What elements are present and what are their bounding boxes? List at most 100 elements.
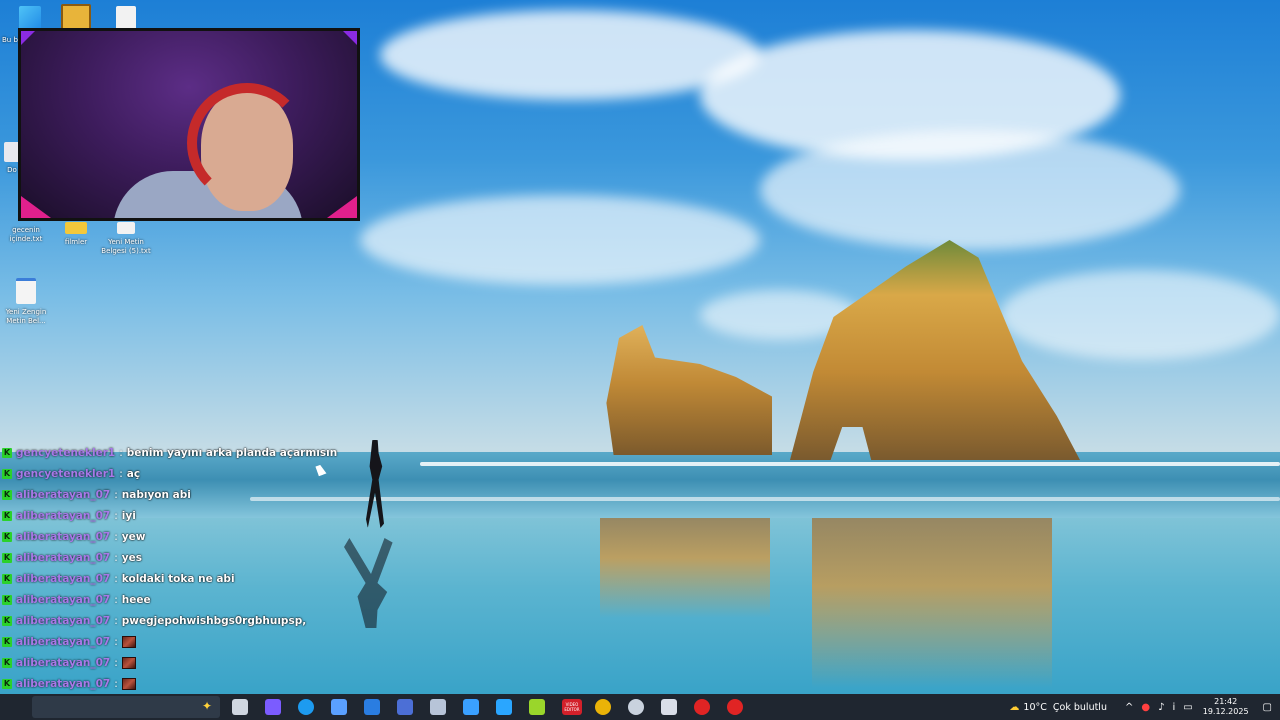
store-icon[interactable]	[331, 699, 347, 715]
chat-separator: :	[119, 446, 123, 459]
chat-message: Kaliberatayan_07: nabıyon abi	[0, 484, 340, 505]
chat-username[interactable]: gencyetenekler1	[16, 468, 115, 480]
chat-username[interactable]: aliberatayan_07	[16, 678, 110, 690]
clock-date: 19.12.2025	[1202, 707, 1249, 716]
chat-overlay: Kgencyetenekler1: benim yayını arka pland…	[0, 442, 340, 715]
chat-emote-icon	[121, 656, 136, 669]
video-player-icon[interactable]	[496, 699, 512, 715]
folder-icon	[65, 222, 87, 234]
desktop-icon-yeni-metin[interactable]: Yeni Metin Belgesi (5).txt	[96, 222, 156, 256]
chat-message: Kaliberatayan_07: yes	[0, 547, 340, 568]
desktop-icon-yeni-zengin[interactable]: Yeni Zengin Metin Bel...	[0, 278, 56, 326]
desktop-icon-label: Yeni Metin Belgesi (5).txt	[101, 238, 151, 255]
desktop-icon-document[interactable]	[96, 6, 156, 30]
chat-message-text: koldaki toka ne abi	[121, 572, 235, 585]
kick-badge-icon: K	[2, 573, 12, 584]
kick-badge-icon: K	[2, 489, 12, 500]
frame-corner-bottom-left	[21, 196, 51, 218]
chat-separator: :	[114, 572, 118, 585]
sparkle-icon: ✦	[201, 699, 212, 713]
chat-username[interactable]: aliberatayan_07	[16, 594, 110, 606]
wallpaper-surf	[250, 497, 1280, 501]
system-tray: ☁ 10°C Çok bulutlu ^ ● ♪ ⅰ ▭ 21:42 19.12…	[1005, 694, 1280, 720]
frame-corner-top-right	[343, 31, 357, 45]
chat-message: Kaliberatayan_07:	[0, 673, 340, 694]
wallpaper-cloud	[760, 130, 1180, 250]
webcam-overlay	[18, 28, 360, 221]
chevron-up-icon[interactable]: ^	[1125, 702, 1133, 713]
kick-badge-icon: K	[2, 552, 12, 563]
chat-username[interactable]: aliberatayan_07	[16, 636, 110, 648]
notification-icon[interactable]: ▢	[1263, 702, 1272, 713]
clock-time: 21:42	[1214, 697, 1238, 706]
red-app-icon[interactable]	[694, 699, 710, 715]
record-tray-icon[interactable]: ●	[1141, 702, 1150, 713]
video-editor-icon[interactable]: VIDEO EDITOR	[562, 699, 582, 715]
game-launcher-icon[interactable]	[661, 699, 677, 715]
chat-separator: :	[114, 488, 118, 501]
chat-separator: :	[114, 635, 118, 648]
chat-message: Kaliberatayan_07:	[0, 631, 340, 652]
chrome-icon[interactable]	[595, 699, 611, 715]
weather-icon[interactable]: ☁	[1009, 702, 1019, 713]
chat-username[interactable]: aliberatayan_07	[16, 531, 110, 543]
calculator-icon[interactable]	[397, 699, 413, 715]
copilot-icon[interactable]	[265, 699, 281, 715]
chat-message: Kgencyetenekler1: aç	[0, 463, 340, 484]
chat-username[interactable]: gencyetenekler1	[16, 447, 115, 459]
chat-message-text: iyi	[121, 509, 136, 522]
edge-icon[interactable]	[298, 699, 314, 715]
headphones	[187, 83, 307, 203]
chat-message: Kaliberatayan_07: koldaki toka ne abi	[0, 568, 340, 589]
chat-username[interactable]: aliberatayan_07	[16, 573, 110, 585]
chat-message: Kaliberatayan_07: yew	[0, 526, 340, 547]
kick-badge-icon: K	[2, 510, 12, 521]
chat-message-text: yes	[121, 551, 142, 564]
microphone-icon[interactable]: ⅰ	[1173, 702, 1176, 713]
taskbar-search-box[interactable]: ✦	[32, 696, 220, 718]
volume-icon[interactable]: ♪	[1158, 702, 1164, 713]
mail-icon[interactable]	[364, 699, 380, 715]
weather-condition[interactable]: Çok bulutlu	[1053, 702, 1107, 713]
kick-badge-icon: K	[2, 678, 12, 689]
chat-username[interactable]: aliberatayan_07	[16, 489, 110, 501]
network-icon[interactable]: ▭	[1183, 702, 1192, 713]
kick-badge-icon: K	[2, 594, 12, 605]
remote-desktop-icon[interactable]	[430, 699, 446, 715]
frame-corner-top-left	[21, 31, 35, 45]
photos-icon[interactable]	[463, 699, 479, 715]
chat-message-text: yew	[121, 530, 146, 543]
wallpaper-arch-reflection	[812, 518, 1052, 688]
chat-separator: :	[114, 530, 118, 543]
weather-temp[interactable]: 10°C	[1023, 702, 1046, 713]
task-view-icon[interactable]	[232, 699, 248, 715]
wallpaper-cloud	[360, 195, 760, 285]
key-app-icon	[61, 4, 91, 30]
chat-message-text: benim yayını arka planda açarmısın	[126, 446, 338, 459]
kick-badge-icon: K	[2, 615, 12, 626]
kick-badge-icon: K	[2, 531, 12, 542]
kick-badge-icon: K	[2, 636, 12, 647]
steam-icon[interactable]	[628, 699, 644, 715]
frame-corner-bottom-right	[327, 196, 357, 218]
chat-separator: :	[119, 467, 123, 480]
chat-separator: :	[114, 614, 118, 627]
chat-separator: :	[114, 677, 118, 690]
chat-username[interactable]: aliberatayan_07	[16, 552, 110, 564]
chat-username[interactable]: aliberatayan_07	[16, 510, 110, 522]
chat-separator: :	[114, 551, 118, 564]
wordpad-file-icon	[16, 278, 36, 304]
chat-username[interactable]: aliberatayan_07	[16, 657, 110, 669]
kick-badge-icon: K	[2, 468, 12, 479]
chat-separator: :	[114, 509, 118, 522]
chat-username[interactable]: aliberatayan_07	[16, 615, 110, 627]
red-app-2-icon[interactable]	[727, 699, 743, 715]
chat-message-text: nabıyon abi	[121, 488, 191, 501]
chat-message-text: heee	[121, 593, 151, 606]
desktop-icon-label: Yeni Zengin Metin Bel...	[5, 308, 47, 325]
live-app-icon[interactable]	[529, 699, 545, 715]
chat-emote-icon	[121, 635, 136, 648]
taskbar-clock[interactable]: 21:42 19.12.2025	[1203, 697, 1249, 717]
chat-separator: :	[114, 656, 118, 669]
wallpaper-cloud	[1000, 270, 1280, 360]
